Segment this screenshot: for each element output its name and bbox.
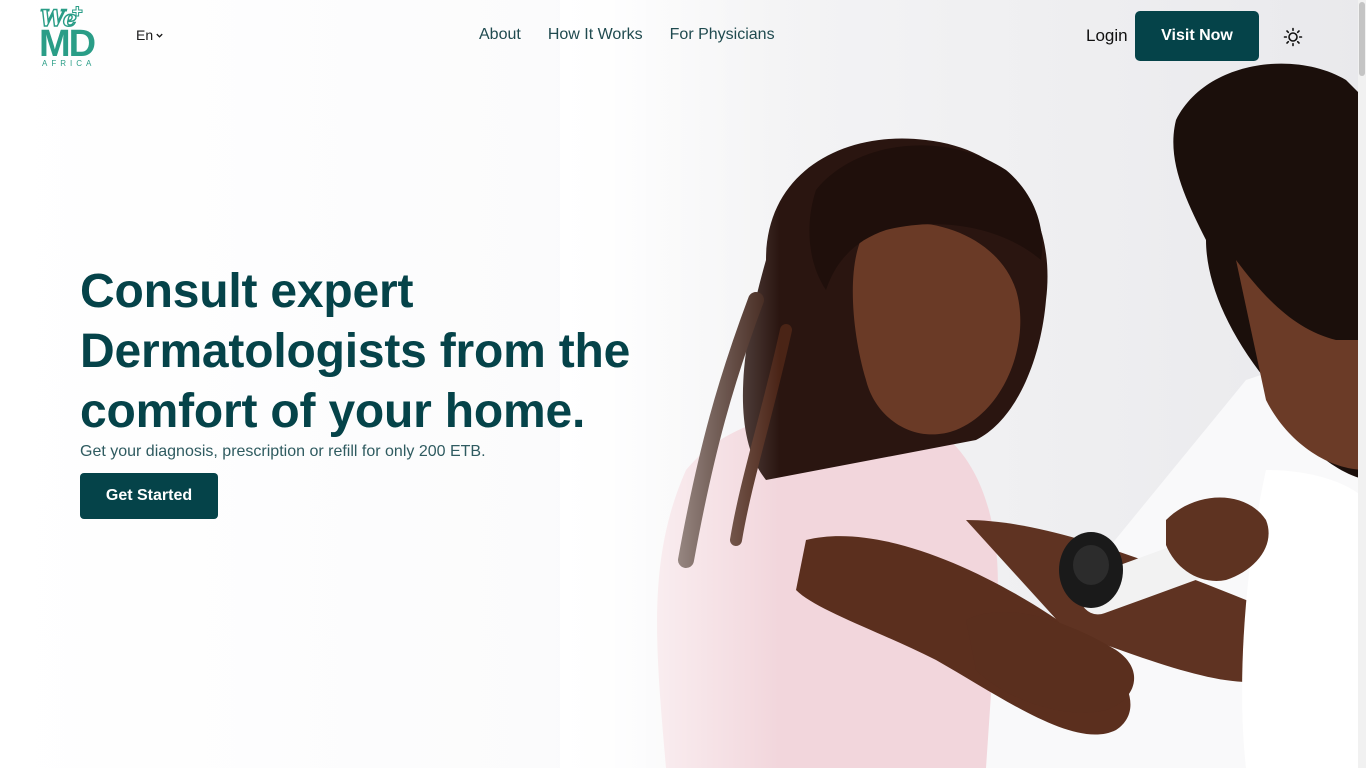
page-scrollbar[interactable] [1358,0,1366,768]
hero-headline: Consult expert Dermatologists from the c… [80,265,631,438]
nav-how-it-works[interactable]: How It Works [548,26,643,44]
nav-for-physicians[interactable]: For Physicians [670,26,775,44]
get-started-button[interactable]: Get Started [80,473,218,519]
scrollbar-thumb[interactable] [1359,2,1365,76]
login-link[interactable]: Login [1086,26,1128,46]
site-header: We ✚ MD AFRICA En About How It Works For… [0,0,1366,72]
logo-africa-text: AFRICA [42,59,96,68]
nav-about[interactable]: About [479,26,521,44]
main-nav: About How It Works For Physicians [479,26,775,44]
language-label: En [136,27,154,43]
language-selector[interactable]: En [136,27,164,43]
wemd-africa-logo[interactable]: We ✚ MD AFRICA [38,4,108,70]
logo-star-icon: ✚ [72,4,84,20]
chevron-down-icon [156,33,163,38]
logo-md-text: MD [39,23,96,65]
sun-icon[interactable] [1283,27,1303,47]
hero-subline: Get your diagnosis, prescription or refi… [80,443,486,460]
visit-now-button[interactable]: Visit Now [1135,11,1259,61]
